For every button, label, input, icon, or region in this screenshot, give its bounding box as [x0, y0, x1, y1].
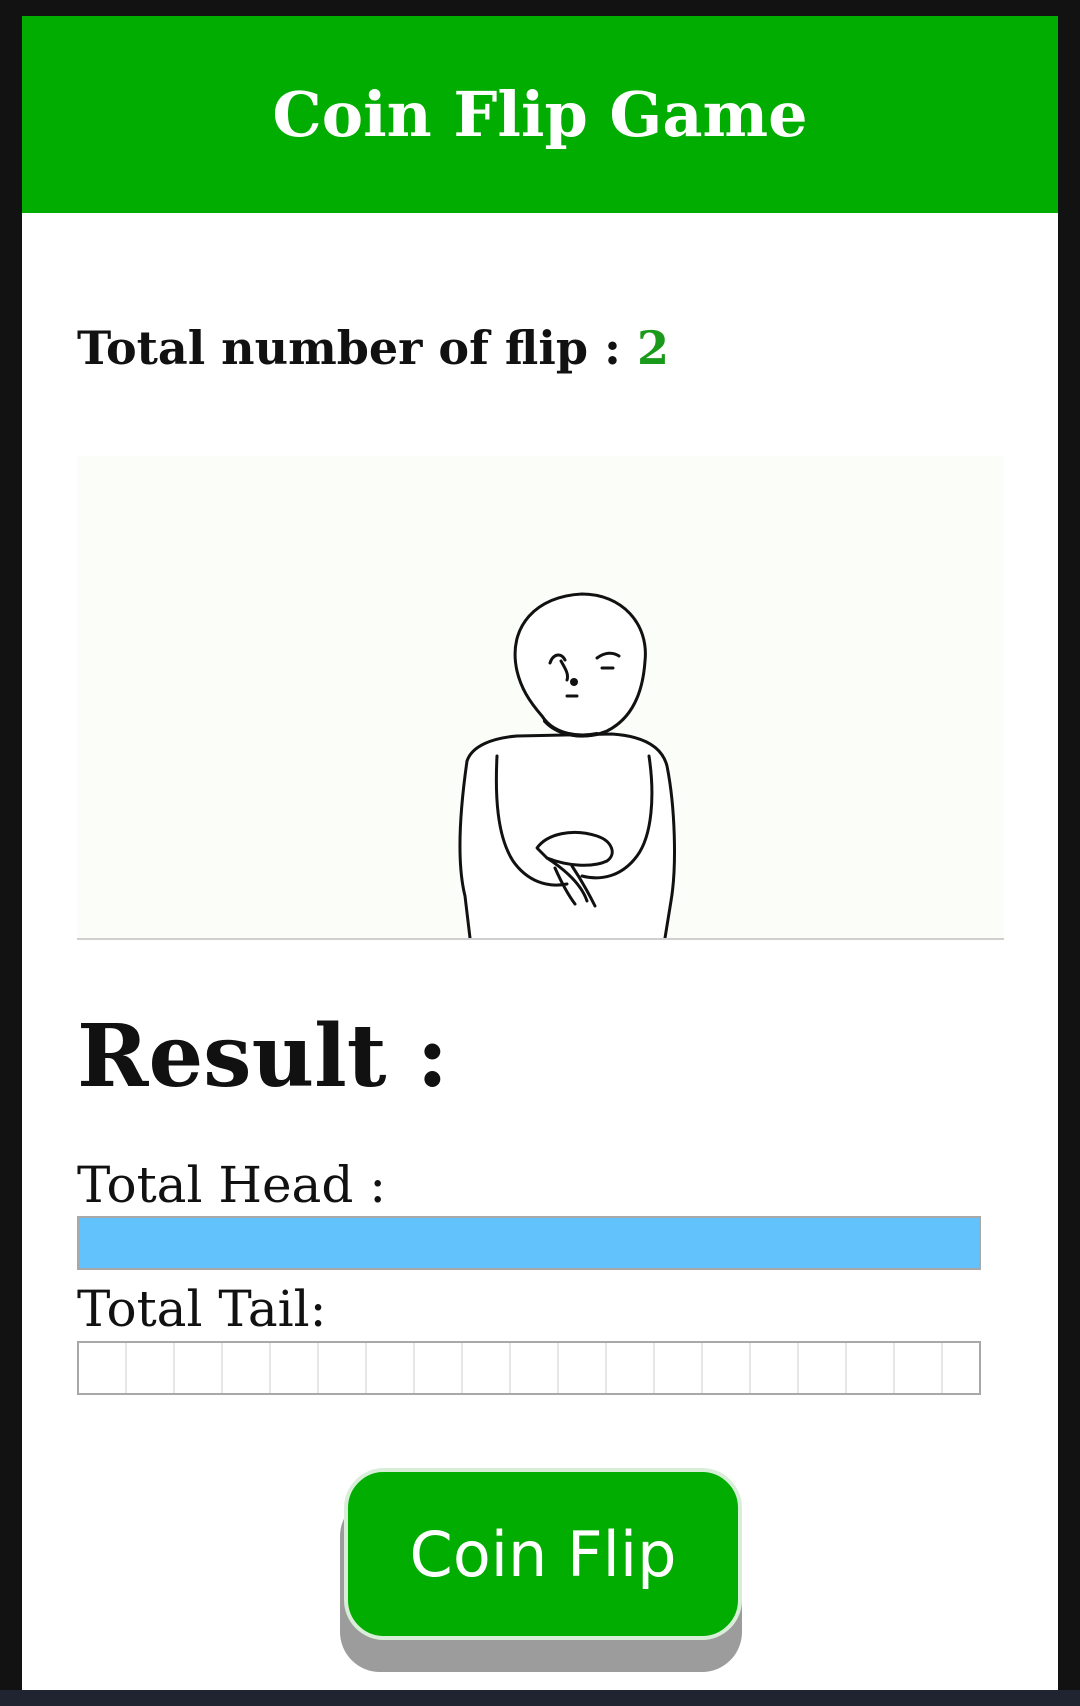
flip-count-value: 2 [637, 321, 670, 375]
flip-count-label: Total number of flip : [77, 321, 621, 375]
result-heading: Result : [77, 1006, 449, 1107]
coin-flip-button[interactable]: Coin Flip [344, 1468, 742, 1640]
page-title: Coin Flip Game [272, 78, 808, 151]
nose-icon [570, 678, 578, 686]
character-illustration-icon [458, 592, 676, 938]
coin-flip-animation [77, 456, 1004, 940]
app-header: Coin Flip Game [22, 16, 1058, 213]
app-frame: Coin Flip Game Total number of flip : 2 [22, 16, 1058, 1690]
flip-count-text: Total number of flip : 2 [77, 321, 669, 375]
total-head-label: Total Head : [77, 1156, 387, 1214]
system-nav-bar [0, 1690, 1080, 1706]
tail-bar-grid [79, 1343, 979, 1393]
head-progress-bar [77, 1216, 981, 1270]
tail-progress-bar [77, 1341, 981, 1395]
head-progress-fill [79, 1218, 979, 1268]
total-tail-label: Total Tail: [77, 1280, 327, 1338]
